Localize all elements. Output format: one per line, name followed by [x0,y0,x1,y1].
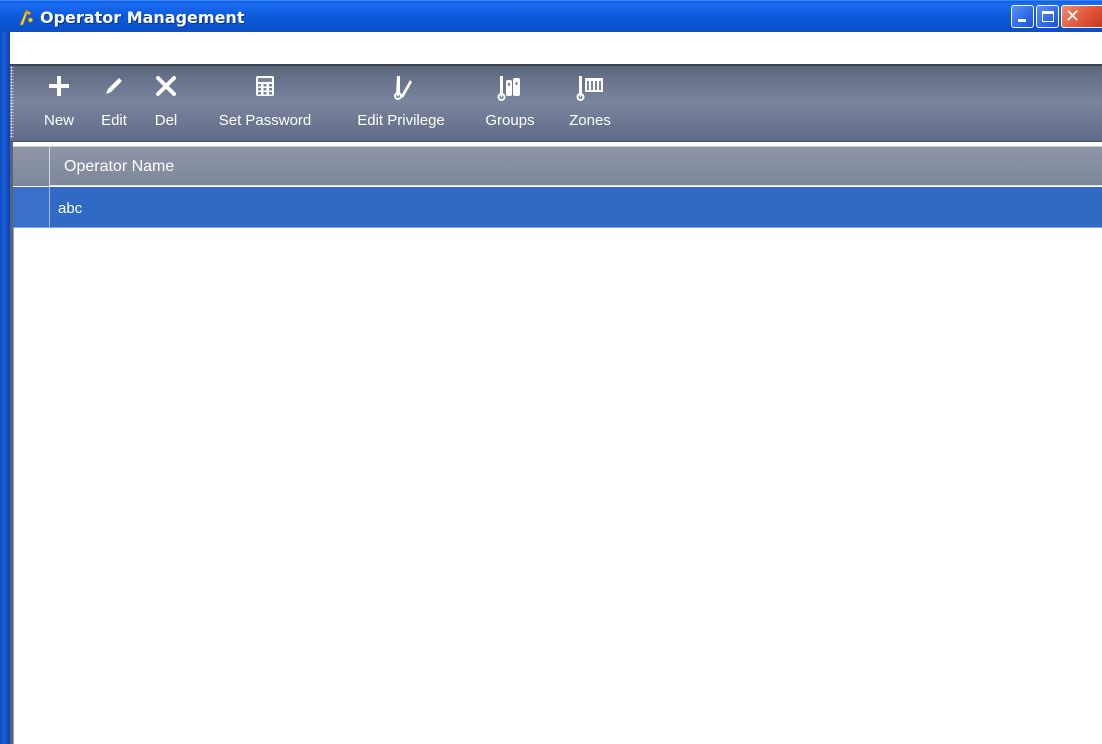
maximize-icon [1042,11,1054,22]
toolbar-top-edge [10,64,1102,66]
groups-button[interactable]: Groups [475,70,545,138]
key-pencil-icon [342,74,460,102]
grid-header [13,146,1102,186]
operator-management-window: Operator Management ✕ New Edit Del Set P… [0,0,1102,744]
grid-empty-area [13,228,1102,744]
operator-key-icon [16,7,36,27]
edit-button[interactable]: Edit [94,70,134,138]
set-password-button[interactable]: Set Password [203,70,327,138]
title-bar[interactable]: Operator Management ✕ [0,0,1102,32]
delete-x-icon [148,74,184,102]
row-selector[interactable] [13,187,50,228]
zones-icon [555,74,625,102]
zones-button-label: Zones [569,112,611,129]
window-frame-left [0,32,10,744]
maximize-button[interactable] [1036,5,1059,28]
keypad-icon [203,74,327,102]
delete-button[interactable]: Del [148,70,184,138]
minimize-icon [1018,19,1026,22]
grid-corner-cell[interactable] [13,146,50,186]
edit-privilege-button-label: Edit Privilege [357,112,445,129]
operator-name-cell[interactable]: abc [58,200,82,217]
pencil-icon [94,74,134,102]
window-title: Operator Management [40,8,245,27]
edit-privilege-button[interactable]: Edit Privilege [342,70,460,138]
delete-button-label: Del [154,112,178,129]
close-icon: ✕ [1065,6,1081,27]
edit-button-label: Edit [101,112,127,129]
toolbar-grip-handle[interactable] [10,66,14,138]
new-button[interactable]: New [36,70,82,138]
new-button-label: New [43,112,74,129]
minimize-button[interactable] [1011,5,1034,28]
table-row[interactable] [13,187,1102,228]
set-password-button-label: Set Password [218,112,312,129]
groups-icon [475,74,545,102]
zones-button[interactable]: Zones [555,70,625,138]
column-header-operator-name[interactable]: Operator Name [64,158,174,176]
close-button[interactable]: ✕ [1061,5,1102,28]
plus-icon [36,74,82,102]
groups-button-label: Groups [485,112,535,129]
